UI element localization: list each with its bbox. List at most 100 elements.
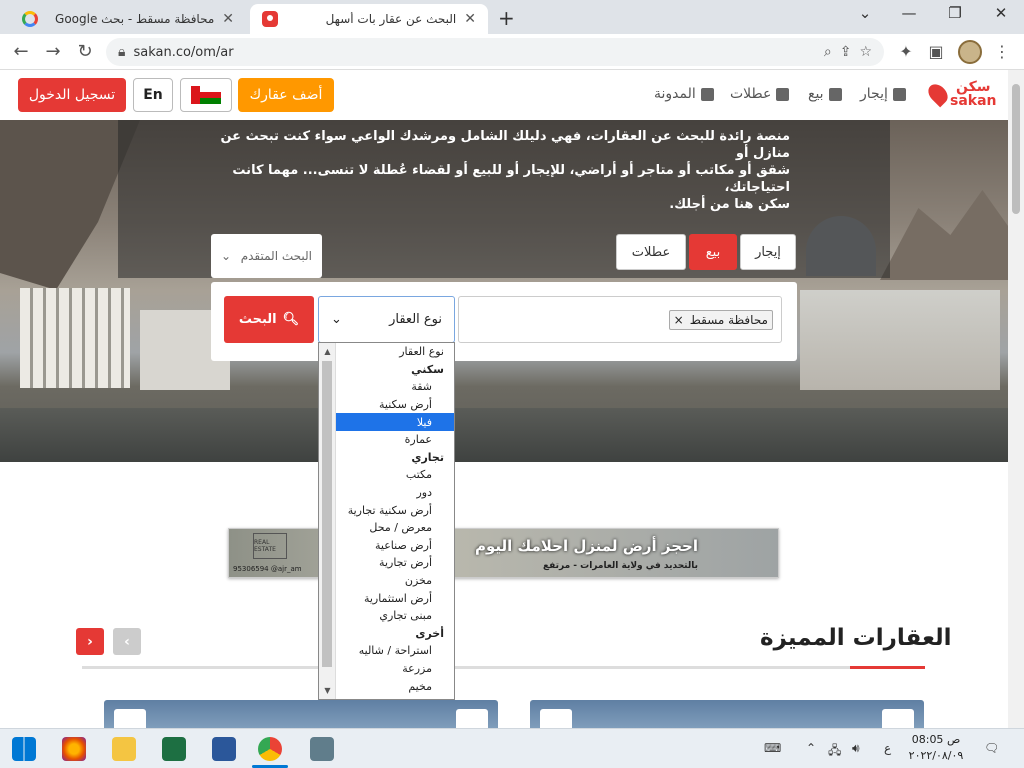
tab-holidays[interactable]: عطلات: [616, 234, 686, 270]
sakan-pin-icon: [262, 11, 278, 27]
scroll-down-icon[interactable]: ▼: [319, 686, 336, 695]
menu-icon[interactable]: ⋮: [992, 42, 1012, 61]
dropdown-group-label: تجاري: [411, 450, 444, 464]
location-chip[interactable]: محافظة مسقط ×: [668, 309, 773, 330]
dropdown-option[interactable]: مخيم: [336, 677, 454, 695]
url-text[interactable]: sakan.co/om/ar: [133, 45, 815, 60]
nav-sale[interactable]: بيع: [808, 86, 842, 102]
dropdown-option[interactable]: أرض سكنية تجارية: [336, 501, 454, 519]
volume-icon[interactable]: 🔊︎: [852, 741, 860, 756]
dropdown-group-label: أخرى: [415, 626, 444, 640]
building-icon: [892, 87, 906, 101]
advanced-search-button[interactable]: ⌄ البحث المتقدم: [211, 234, 322, 278]
input-language[interactable]: ع: [884, 741, 891, 755]
dropdown-option[interactable]: أرض صناعية: [336, 537, 454, 555]
browser-tab-sakan[interactable]: البحث عن عقار بات أسهل ✕: [250, 4, 488, 34]
close-tab-icon[interactable]: ✕: [464, 11, 476, 27]
dropdown-scroll-thumb[interactable]: [322, 361, 332, 667]
network-icon[interactable]: 🖧︎: [828, 741, 841, 762]
keyboard-icon[interactable]: ⌨: [764, 741, 781, 755]
featured-card[interactable]: [104, 700, 498, 731]
excel-icon[interactable]: [162, 737, 186, 761]
back-arrow-icon[interactable]: ←: [10, 41, 32, 62]
carousel-prev-button[interactable]: ‹: [113, 628, 141, 655]
side-panel-icon[interactable]: ▣: [926, 42, 946, 61]
lock-icon[interactable]: 🔒︎: [118, 44, 125, 60]
extensions-icon[interactable]: ✦: [896, 42, 916, 61]
hero-description: منصة رائدة للبحث عن العقارات، فهي دليلك …: [200, 128, 790, 213]
dropdown-option[interactable]: عمارة: [336, 431, 454, 449]
minimize-button[interactable]: —: [894, 4, 924, 22]
dropdown-option[interactable]: مزرعة: [336, 660, 454, 678]
logo-arabic: سكن: [956, 79, 991, 95]
featured-title: العقارات المميزة: [760, 625, 952, 651]
nav-rent[interactable]: إيجار: [860, 86, 906, 102]
page-scrollbar[interactable]: [1008, 70, 1024, 728]
profile-avatar[interactable]: [958, 40, 982, 64]
blog-icon: [700, 87, 714, 101]
browser-toolbar: ← → ↻ 🔒︎ sakan.co/om/ar ⌕ ⇪ ☆ ✦ ▣ ⋮: [0, 34, 1024, 70]
new-tab-button[interactable]: +: [498, 6, 515, 30]
dropdown-option[interactable]: مخزن: [336, 572, 454, 590]
country-button[interactable]: [180, 78, 232, 112]
nav-label: المدونة: [654, 86, 696, 102]
tab-search-icon[interactable]: ⌄: [850, 4, 880, 22]
add-property-button[interactable]: أضف عقارك: [238, 78, 334, 112]
dropdown-option[interactable]: فيلا: [336, 413, 454, 431]
dropdown-option[interactable]: استراحة / شاليه: [336, 642, 454, 660]
chrome-icon[interactable]: [258, 737, 282, 761]
property-type-select[interactable]: ⌄ نوع العقار: [318, 296, 455, 343]
dropdown-option[interactable]: مكتب: [336, 466, 454, 484]
share-icon[interactable]: ⇪: [840, 44, 852, 60]
location-input[interactable]: محافظة مسقط ×: [458, 296, 782, 343]
forward-arrow-icon[interactable]: →: [42, 41, 64, 62]
firefox-icon[interactable]: [62, 737, 86, 761]
tray-chevron-icon[interactable]: ⌃: [806, 741, 816, 755]
scroll-up-icon[interactable]: ▲: [319, 347, 336, 356]
hero-line-1: منصة رائدة للبحث عن العقارات، فهي دليلك …: [220, 129, 790, 161]
address-bar[interactable]: 🔒︎ sakan.co/om/ar ⌕ ⇪ ☆: [106, 38, 884, 66]
start-windows-icon[interactable]: [12, 737, 36, 761]
reload-icon[interactable]: ↻: [74, 41, 96, 62]
ad-banner[interactable]: REAL ESTATE احجز أرض لمنزل احلامك اليوم …: [228, 528, 779, 578]
tab-rent[interactable]: إيجار: [740, 234, 796, 270]
calculator-icon[interactable]: [310, 737, 334, 761]
zoom-icon[interactable]: ⌕: [824, 44, 832, 60]
oman-flag-icon: [191, 86, 221, 104]
banner-subtitle: بالتحديد في ولاية العامرات - مرتفع: [542, 561, 698, 571]
browser-tab-google[interactable]: محافظة مسقط - بحث Google ✕: [10, 4, 246, 34]
search-button[interactable]: البحث 🔍︎: [224, 296, 314, 343]
bookmark-star-icon[interactable]: ☆: [859, 44, 872, 60]
chip-remove-icon[interactable]: ×: [674, 313, 684, 327]
dropdown-option[interactable]: أرض استثمارية: [336, 589, 454, 607]
banner-contact: 95306594 @ajr_am: [233, 565, 302, 573]
page-scroll-thumb[interactable]: [1012, 84, 1020, 214]
dropdown-option[interactable]: معرض / محل: [336, 519, 454, 537]
close-window-button[interactable]: ✕: [986, 4, 1016, 22]
dropdown-option[interactable]: مبنى تجاري: [336, 607, 454, 625]
notifications-icon[interactable]: 🗨︎: [984, 741, 999, 755]
nav-blog[interactable]: المدونة: [654, 86, 714, 102]
dropdown-option[interactable]: أرض سكنية: [336, 396, 454, 414]
word-icon[interactable]: [212, 737, 236, 761]
dropdown-option[interactable]: نوع العقار: [336, 343, 454, 361]
property-type-dropdown[interactable]: ▲ ▼ نوع العقار سكني شقة أرض سكنية فيلا عمارة ت…: [318, 342, 455, 700]
system-clock[interactable]: 08:05 ص ٢٠٢٢/٠٨/٠٩: [900, 732, 972, 764]
carousel-next-button[interactable]: ›: [76, 628, 104, 655]
sakan-logo[interactable]: سكن sakan: [924, 79, 997, 108]
bed-icon: [776, 87, 790, 101]
nav-holidays[interactable]: عطلات: [730, 86, 790, 102]
maximize-button[interactable]: ❐: [940, 4, 970, 22]
dropdown-option[interactable]: دور: [336, 484, 454, 502]
language-button[interactable]: En: [133, 78, 173, 112]
tab-sale[interactable]: بيع: [689, 234, 737, 270]
banner-headline: احجز أرض لمنزل احلامك اليوم: [475, 537, 698, 555]
dropdown-group-label: سكني: [411, 362, 444, 376]
dropdown-scrollbar[interactable]: ▲ ▼: [319, 343, 336, 699]
login-button[interactable]: تسجيل الدخول: [18, 78, 126, 112]
file-explorer-icon[interactable]: [112, 737, 136, 761]
dropdown-option[interactable]: أرض تجارية: [336, 554, 454, 572]
featured-card[interactable]: [530, 700, 924, 731]
close-tab-icon[interactable]: ✕: [222, 11, 234, 27]
dropdown-option[interactable]: شقة: [336, 378, 454, 396]
